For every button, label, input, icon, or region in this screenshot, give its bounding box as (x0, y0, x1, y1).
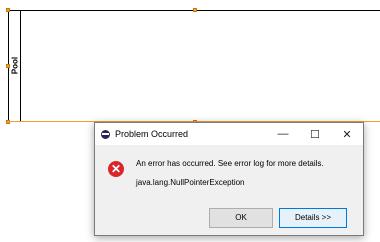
close-icon: ✕ (342, 128, 352, 141)
minimize-icon: — (277, 128, 289, 140)
ok-button[interactable]: OK (209, 208, 273, 228)
close-button[interactable]: ✕ (331, 123, 363, 145)
error-icon-glyph: ✕ (110, 162, 122, 176)
minimize-button[interactable]: — (267, 123, 299, 145)
problem-dialog: Problem Occurred — ☐ ✕ ✕ An error has oc… (94, 122, 364, 236)
maximize-icon: ☐ (310, 128, 320, 141)
eclipse-icon (101, 129, 110, 139)
selection-handle-left[interactable] (6, 64, 10, 68)
exception-text: java.lang.NullPointerException (136, 178, 245, 187)
pool-header: Pool (9, 11, 21, 121)
details-button[interactable]: Details >> (279, 208, 347, 228)
selection-handle-top-left[interactable] (6, 8, 10, 12)
dialog-titlebar[interactable]: Problem Occurred — ☐ ✕ (95, 123, 363, 145)
selection-handle-top[interactable] (193, 8, 197, 12)
pool-shape[interactable]: Pool (8, 10, 380, 122)
error-icon: ✕ (108, 161, 124, 177)
dialog-body: ✕ An error has occurred. See error log f… (95, 145, 363, 235)
pool-label: Pool (10, 56, 20, 75)
dialog-title: Problem Occurred (115, 129, 189, 139)
error-message: An error has occurred. See error log for… (136, 159, 324, 168)
maximize-button[interactable]: ☐ (299, 123, 331, 145)
